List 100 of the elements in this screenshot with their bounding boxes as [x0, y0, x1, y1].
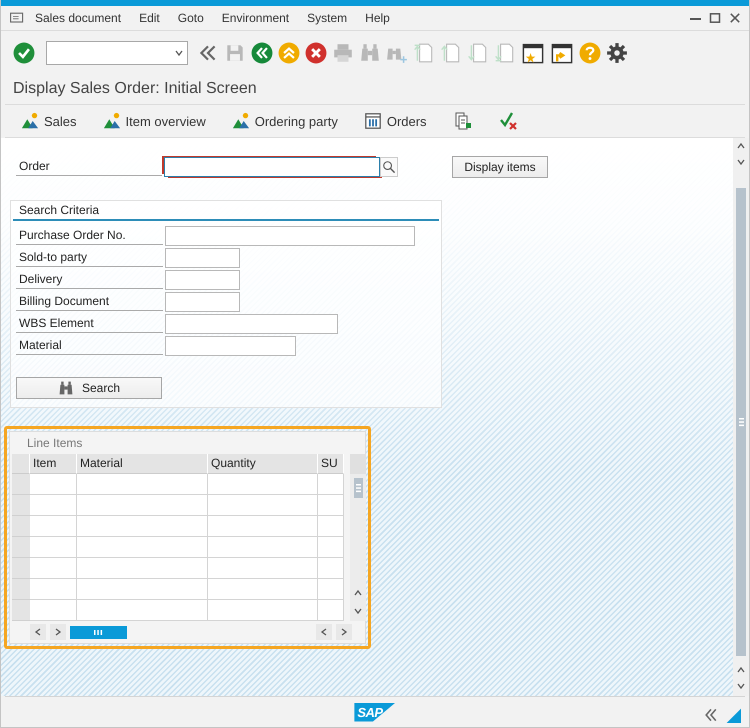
table-cell[interactable]: [30, 579, 77, 600]
section-title: Search Criteria: [13, 203, 439, 221]
table-cell[interactable]: [30, 474, 77, 495]
scroll-up-icon[interactable]: [737, 666, 745, 674]
table-cell[interactable]: [30, 537, 77, 558]
field-label: Delivery: [16, 272, 163, 288]
scroll-up-icon[interactable]: [354, 589, 362, 597]
toolbar-button[interactable]: Ordering party: [230, 110, 340, 132]
minimize-icon[interactable]: [690, 18, 701, 21]
scroll-down-icon[interactable]: [737, 682, 745, 690]
search-icon: [382, 160, 396, 174]
back-icon[interactable]: [251, 42, 273, 64]
table-cell[interactable]: [77, 558, 208, 579]
table-cell[interactable]: [318, 474, 344, 495]
toolbar-button[interactable]: Orders: [362, 110, 429, 132]
grip-icon: [356, 484, 360, 492]
table-cell[interactable]: [208, 558, 318, 579]
search-button[interactable]: Search: [16, 377, 162, 399]
row-selector[interactable]: [12, 579, 30, 600]
table-cell[interactable]: [77, 537, 208, 558]
table-cell[interactable]: [30, 516, 77, 537]
vertical-scrollbar[interactable]: [350, 454, 366, 621]
maximize-icon: [709, 12, 721, 24]
table-cell[interactable]: [208, 600, 318, 621]
column-header: SU: [318, 454, 344, 474]
field-label: WBS Element: [16, 316, 163, 332]
input-field[interactable]: [165, 292, 240, 312]
scroll-left-icon[interactable]: [34, 628, 42, 636]
table-cell[interactable]: [77, 474, 208, 495]
display-items-button[interactable]: Display items: [452, 156, 548, 178]
scroll-right-icon[interactable]: [340, 628, 348, 636]
menu-item[interactable]: Goto: [170, 9, 212, 27]
scroll-left-icon[interactable]: [320, 628, 328, 636]
document-icon: [452, 111, 473, 131]
search-help-button[interactable]: [380, 157, 398, 177]
logo: SAP: [354, 702, 396, 722]
field-label: Purchase Order No.: [16, 228, 163, 244]
table-icon: [364, 112, 382, 130]
screen-title: Display Sales Order: Initial Screen: [13, 80, 257, 98]
table-cell[interactable]: [30, 600, 77, 621]
row-selector[interactable]: [12, 495, 30, 516]
grip-icon: [738, 418, 744, 426]
input-field[interactable]: [165, 314, 338, 334]
table-cell[interactable]: [77, 516, 208, 537]
scroll-left-button[interactable]: [30, 624, 46, 640]
mountain-icon: [21, 112, 39, 130]
table-cell[interactable]: [318, 537, 344, 558]
input-field[interactable]: [165, 336, 296, 356]
cancel-icon[interactable]: [305, 42, 327, 64]
scroll-down-icon[interactable]: [354, 607, 362, 615]
scroll-right-button[interactable]: [336, 624, 352, 640]
input-field[interactable]: [165, 248, 240, 268]
table-cell[interactable]: [318, 600, 344, 621]
toolbar-button[interactable]: Sales: [19, 110, 79, 132]
row-selector[interactable]: [12, 516, 30, 537]
grip-icon: [94, 630, 103, 634]
exit-icon[interactable]: [278, 42, 300, 64]
field-label: Billing Document: [16, 294, 163, 310]
checkmark-icon[interactable]: [13, 42, 35, 64]
scroll-down-icon[interactable]: [737, 158, 745, 166]
scroll-up-icon[interactable]: [737, 142, 745, 150]
table-cell[interactable]: [208, 474, 318, 495]
table-cell[interactable]: [208, 495, 318, 516]
scroll-left-button[interactable]: [316, 624, 332, 640]
table-cell[interactable]: [318, 579, 344, 600]
menu-item[interactable]: Environment: [214, 9, 298, 27]
menu-item[interactable]: Edit: [131, 9, 168, 27]
table-cell[interactable]: [208, 579, 318, 600]
menu-item[interactable]: Help: [357, 9, 398, 27]
input-field[interactable]: [165, 226, 415, 246]
command-field[interactable]: [46, 40, 188, 64]
input-field[interactable]: [165, 270, 240, 290]
field-label: Sold-to party: [16, 250, 163, 266]
toolbar-button[interactable]: Item overview: [100, 110, 208, 132]
table-cell[interactable]: [208, 537, 318, 558]
table-cell[interactable]: [318, 516, 344, 537]
table-cell[interactable]: [30, 495, 77, 516]
row-selector[interactable]: [12, 537, 30, 558]
resize-grip-icon: [725, 707, 741, 723]
table-cell[interactable]: [318, 558, 344, 579]
menu-item[interactable]: Sales document: [27, 9, 130, 27]
table-cell[interactable]: [318, 495, 344, 516]
order-field[interactable]: [164, 157, 380, 177]
scroll-right-button[interactable]: [50, 624, 66, 640]
double-chevron-icon: [703, 707, 719, 723]
table-cell[interactable]: [30, 558, 77, 579]
row-selector[interactable]: [12, 558, 30, 579]
settings-icon[interactable]: [606, 42, 628, 64]
table-cell[interactable]: [77, 600, 208, 621]
menu-item[interactable]: System: [299, 9, 356, 27]
help-icon[interactable]: [579, 42, 601, 64]
table-cell[interactable]: [77, 579, 208, 600]
scroll-right-icon[interactable]: [54, 628, 62, 636]
dropdown-icon[interactable]: [175, 48, 183, 56]
table-cell[interactable]: [208, 516, 318, 537]
section-title: Line Items: [26, 436, 84, 452]
row-selector[interactable]: [12, 474, 30, 495]
table-cell[interactable]: [77, 495, 208, 516]
field-label: Material: [16, 338, 163, 354]
scroll-thumb[interactable]: [70, 626, 127, 638]
